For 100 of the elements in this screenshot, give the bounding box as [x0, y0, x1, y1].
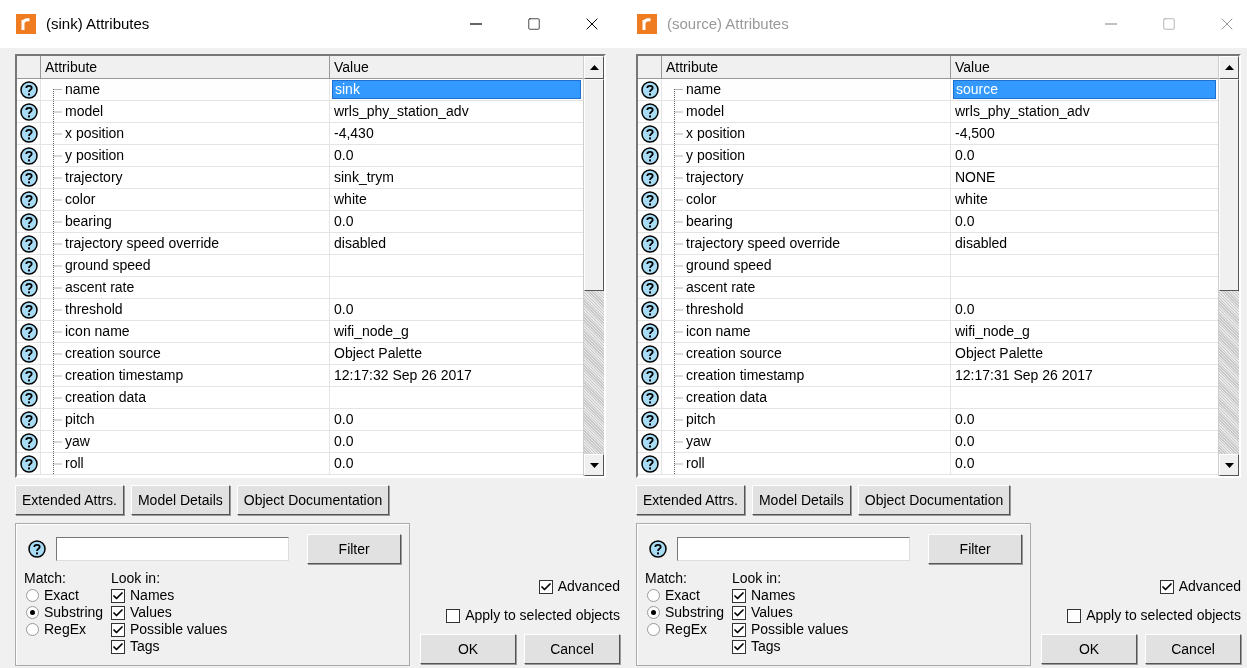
- scrollbar[interactable]: [1218, 56, 1239, 476]
- checkbox-label[interactable]: Apply to selected objects: [1086, 605, 1241, 626]
- attribute-value[interactable]: wrls_phy_station_adv: [953, 102, 1092, 121]
- ok-button[interactable]: OK: [420, 634, 516, 664]
- checkbox-label[interactable]: Apply to selected objects: [465, 605, 620, 626]
- scroll-up-button[interactable]: [584, 56, 604, 79]
- ok-button[interactable]: OK: [1041, 634, 1137, 664]
- checkbox[interactable]: [732, 622, 746, 637]
- attribute-value[interactable]: -4,430: [332, 124, 376, 143]
- filter-button[interactable]: Filter: [928, 534, 1022, 564]
- attribute-value[interactable]: wrls_phy_station_adv: [332, 102, 471, 121]
- maximize-icon: [1162, 17, 1176, 31]
- scrollbar[interactable]: [583, 56, 604, 476]
- checkbox[interactable]: [111, 622, 125, 637]
- attribute-value[interactable]: 12:17:32 Sep 26 2017: [332, 366, 474, 385]
- attribute-value[interactable]: disabled: [332, 234, 389, 253]
- checkbox[interactable]: [111, 588, 125, 603]
- checkbox[interactable]: [538, 579, 553, 594]
- attribute-name: trajectory speed override: [65, 234, 220, 253]
- attribute-value[interactable]: 0.0: [953, 432, 977, 451]
- radio-label[interactable]: Substring: [44, 604, 104, 621]
- attribute-value[interactable]: Object Palette: [953, 344, 1045, 363]
- attribute-value[interactable]: 0.0: [332, 146, 356, 165]
- checkbox-label[interactable]: Possible values: [130, 621, 228, 638]
- checkbox-label[interactable]: Tags: [751, 638, 781, 655]
- scroll-thumb[interactable]: [1219, 79, 1239, 291]
- action-button[interactable]: Object Documentation: [857, 485, 1011, 515]
- attribute-value[interactable]: wifi_node_g: [332, 322, 411, 341]
- checkbox[interactable]: [111, 605, 125, 620]
- attribute-name: creation timestamp: [65, 366, 184, 385]
- attribute-value[interactable]: 0.0: [953, 454, 977, 473]
- help-icon: [640, 278, 659, 297]
- attribute-value[interactable]: 0.0: [332, 432, 356, 451]
- filter-field[interactable]: [677, 537, 911, 561]
- attribute-value[interactable]: 0.0: [953, 410, 977, 429]
- radio-label[interactable]: RegEx: [665, 621, 708, 638]
- attribute-name: creation timestamp: [686, 366, 805, 385]
- action-button[interactable]: Extended Attrs.: [636, 485, 745, 515]
- attribute-value[interactable]: 0.0: [332, 454, 356, 473]
- radio-label[interactable]: Substring: [665, 604, 725, 621]
- action-button[interactable]: Model Details: [751, 485, 851, 515]
- action-button[interactable]: Object Documentation: [236, 485, 390, 515]
- cancel-button[interactable]: Cancel: [524, 634, 620, 664]
- attribute-value[interactable]: Object Palette: [332, 344, 424, 363]
- attribute-name: roll: [686, 454, 705, 473]
- help-icon: [640, 234, 659, 253]
- filter-field[interactable]: [56, 537, 290, 561]
- attribute-value[interactable]: white: [332, 190, 369, 209]
- attribute-name: creation data: [686, 388, 767, 407]
- radio-button[interactable]: [647, 623, 660, 636]
- attribute-value[interactable]: 0.0: [953, 300, 977, 319]
- action-button[interactable]: Model Details: [130, 485, 230, 515]
- scroll-up-button[interactable]: [1219, 56, 1239, 79]
- checkbox[interactable]: [732, 639, 746, 654]
- checkbox-label[interactable]: Advanced: [1178, 576, 1241, 597]
- attribute-value[interactable]: 0.0: [953, 146, 977, 165]
- checkbox[interactable]: [446, 608, 461, 623]
- attribute-value[interactable]: white: [953, 190, 990, 209]
- radio-button[interactable]: [647, 589, 660, 602]
- scroll-down-button[interactable]: [584, 454, 604, 476]
- checkbox-label[interactable]: Values: [130, 604, 172, 621]
- attribute-value[interactable]: 12:17:31 Sep 26 2017: [953, 366, 1095, 385]
- attribute-name: creation source: [686, 344, 782, 363]
- column-header[interactable]: Attribute: [41, 56, 330, 79]
- radio-label[interactable]: RegEx: [44, 621, 87, 638]
- attribute-value[interactable]: 0.0: [332, 212, 356, 231]
- checkbox-label[interactable]: Advanced: [557, 576, 620, 597]
- radio-button[interactable]: [26, 623, 39, 636]
- radio-button[interactable]: [647, 606, 660, 619]
- checkbox-label[interactable]: Names: [130, 587, 175, 604]
- attribute-value[interactable]: 0.0: [332, 300, 356, 319]
- radio-button[interactable]: [26, 589, 39, 602]
- attribute-value[interactable]: 0.0: [953, 212, 977, 231]
- filter-button[interactable]: Filter: [307, 534, 401, 564]
- checkbox[interactable]: [1067, 608, 1082, 623]
- help-icon: [640, 410, 659, 429]
- attribute-value[interactable]: -4,500: [953, 124, 997, 143]
- checkbox[interactable]: [732, 605, 746, 620]
- attribute-value[interactable]: disabled: [953, 234, 1010, 253]
- radio-button[interactable]: [26, 606, 39, 619]
- scroll-thumb[interactable]: [584, 79, 604, 291]
- checkbox[interactable]: [732, 588, 746, 603]
- checkbox[interactable]: [1159, 579, 1174, 594]
- radio-label[interactable]: Exact: [44, 587, 79, 604]
- scroll-down-button[interactable]: [1219, 454, 1239, 476]
- checkbox-label[interactable]: Values: [751, 604, 793, 621]
- radio-label[interactable]: Exact: [665, 587, 700, 604]
- help-icon: [640, 212, 659, 231]
- attribute-value[interactable]: sink_trym: [332, 168, 396, 187]
- checkbox-label[interactable]: Tags: [130, 638, 160, 655]
- action-button[interactable]: Extended Attrs.: [15, 485, 124, 515]
- attribute-value[interactable]: NONE: [953, 168, 998, 187]
- cancel-button[interactable]: Cancel: [1145, 634, 1241, 664]
- attribute-name: icon name: [686, 322, 751, 341]
- checkbox-label[interactable]: Possible values: [751, 621, 849, 638]
- checkbox-label[interactable]: Names: [751, 587, 796, 604]
- attribute-value[interactable]: wifi_node_g: [953, 322, 1032, 341]
- column-header[interactable]: Attribute: [662, 56, 951, 79]
- checkbox[interactable]: [111, 639, 125, 654]
- attribute-value[interactable]: 0.0: [332, 410, 356, 429]
